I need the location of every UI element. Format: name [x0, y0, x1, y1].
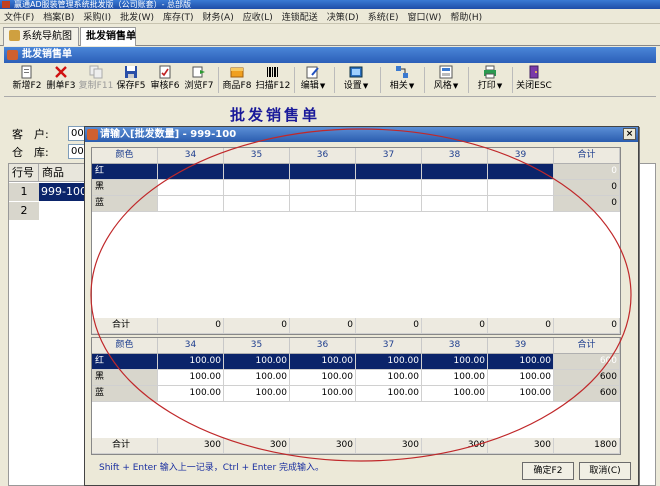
- menu-inventory[interactable]: 库存(T): [163, 10, 194, 23]
- menu-window[interactable]: 窗口(W): [407, 10, 441, 23]
- new-button[interactable]: 新增F2: [10, 65, 44, 95]
- print-icon: [484, 65, 496, 79]
- save-button[interactable]: 保存F5: [114, 65, 148, 95]
- delete-button[interactable]: 删单F3: [44, 65, 78, 95]
- menu-decision[interactable]: 决策(D): [327, 10, 359, 23]
- menu-wholesale[interactable]: 批发(W): [120, 10, 154, 23]
- tab-wholesale-order[interactable]: 批发销售单: [80, 27, 136, 46]
- menu-purchase[interactable]: 采购(I): [83, 10, 111, 23]
- close-button[interactable]: 关闭ESC: [514, 65, 554, 95]
- menu-help[interactable]: 帮助(H): [450, 10, 482, 23]
- window-title-bar: 赢通AD服装管理系统批发版（公司账套）- 总部版: [0, 0, 660, 9]
- menu-system[interactable]: 系统(E): [368, 10, 399, 23]
- warehouse-label: 仓 库:: [12, 146, 49, 159]
- toolbar-separator: [512, 67, 513, 93]
- menu-chain[interactable]: 连锁配送: [282, 10, 318, 23]
- audit-button[interactable]: 审核F6: [148, 65, 182, 95]
- goods-button[interactable]: 商品F8: [220, 65, 254, 95]
- window-title: 赢通AD服装管理系统批发版（公司账套）- 总部版: [14, 0, 192, 9]
- panel-title: 批发销售单: [22, 49, 72, 60]
- new-doc-icon: [21, 65, 32, 79]
- toolbar-separator: [424, 67, 425, 93]
- goods-code-cell[interactable]: 999-100: [39, 183, 85, 201]
- row-number[interactable]: 1: [9, 183, 39, 201]
- column-header-line-no: 行号: [9, 164, 39, 182]
- goods-icon: [230, 67, 244, 78]
- save-icon: [125, 66, 137, 78]
- toolbar-separator: [218, 67, 219, 93]
- toolbar-separator: [380, 67, 381, 93]
- browse-button[interactable]: 浏览F7: [182, 65, 216, 95]
- goods-code-cell[interactable]: [39, 202, 85, 220]
- toolbar-separator: [294, 67, 295, 93]
- close-door-icon: [529, 65, 539, 79]
- customer-label: 客 户:: [12, 128, 49, 141]
- menu-receivable[interactable]: 应收(L): [243, 10, 273, 23]
- chevron-down-icon: ▼: [496, 82, 503, 90]
- browse-icon: [192, 66, 205, 78]
- tab-system-nav[interactable]: 系统导航图: [3, 27, 79, 46]
- toolbar: 新增F2 删单F3 复制F11 保存F5 审核F6 浏览F7 商品F8 扫描F1…: [4, 63, 656, 97]
- scan-button[interactable]: 扫描F12: [254, 65, 292, 95]
- copy-button[interactable]: 复制F11: [78, 65, 114, 95]
- annotation-ellipse: [90, 128, 632, 462]
- style-button[interactable]: 风格▼: [426, 65, 466, 95]
- column-header-goods: 商品: [39, 164, 85, 182]
- navigation-map-icon: [9, 30, 20, 41]
- toolbar-separator: [334, 67, 335, 93]
- audit-icon: [159, 65, 171, 79]
- style-icon: [439, 65, 453, 79]
- menu-file[interactable]: 文件(F): [4, 10, 34, 23]
- settings-button[interactable]: 设置▼: [336, 65, 376, 95]
- form-title: 批发销售单: [230, 106, 321, 124]
- print-button[interactable]: 打印▼: [470, 65, 510, 95]
- menu-finance[interactable]: 财务(A): [203, 10, 234, 23]
- edit-button[interactable]: 编辑▼: [296, 65, 330, 95]
- tab-label: 系统导航图: [22, 31, 72, 42]
- toolbar-separator: [468, 67, 469, 93]
- chevron-down-icon: ▼: [319, 82, 326, 90]
- delete-x-icon: [55, 66, 67, 78]
- menu-archive[interactable]: 档案(B): [43, 10, 74, 23]
- app-icon: [7, 50, 18, 60]
- copy-icon: [89, 65, 103, 79]
- related-icon: [396, 66, 408, 78]
- panel-header: 批发销售单: [4, 47, 656, 63]
- chevron-down-icon: ▼: [452, 82, 459, 90]
- related-button[interactable]: 相关▼: [382, 65, 422, 95]
- chevron-down-icon: ▼: [362, 82, 369, 90]
- tab-label: 批发销售单: [86, 31, 136, 42]
- settings-icon: [349, 66, 363, 78]
- row-number[interactable]: 2: [9, 202, 39, 220]
- menu-bar: 文件(F) 档案(B) 采购(I) 批发(W) 库存(T) 财务(A) 应收(L…: [0, 9, 660, 24]
- barcode-icon: [267, 67, 278, 77]
- edit-icon: [306, 66, 319, 79]
- document-tabs: 系统导航图 批发销售单: [0, 24, 660, 46]
- app-icon: [2, 1, 10, 8]
- chevron-down-icon: ▼: [408, 82, 415, 90]
